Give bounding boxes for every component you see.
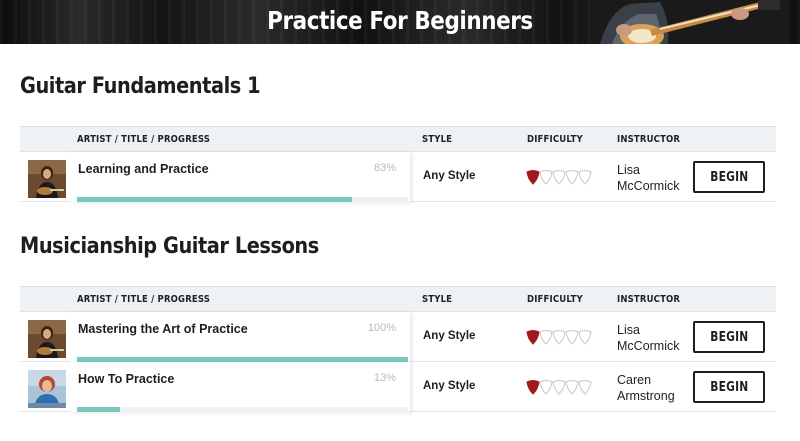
guitar-pick-empty-icon [552, 330, 566, 345]
lesson-title-cell[interactable]: How To Practice 13% [70, 362, 410, 412]
section-title: Guitar Fundamentals 1 [20, 74, 261, 99]
progress-fill [77, 197, 352, 202]
section-title: Musicianship Guitar Lessons [20, 234, 319, 259]
guitar-pick-filled-icon [526, 380, 540, 395]
progress-percent: 13% [373, 372, 396, 384]
lesson-row[interactable]: How To Practice 13% Any Style Caren Arms… [20, 362, 776, 412]
lesson-row[interactable]: Mastering the Art of Practice 100% Any S… [20, 312, 776, 362]
progress-percent: 83% [373, 162, 396, 174]
difficulty-rating [525, 169, 595, 185]
guitar-pick-empty-icon [552, 380, 566, 395]
table-header: ARTIST / TITLE / PROGRESS STYLE DIFFICUL… [20, 126, 776, 152]
column-header-style: STYLE [422, 294, 453, 305]
column-header-artist-title-progress: ARTIST / TITLE / PROGRESS [77, 134, 211, 145]
begin-button[interactable]: BEGIN [693, 371, 765, 403]
guitar-pick-empty-icon [578, 380, 592, 395]
column-header-artist-title-progress: ARTIST / TITLE / PROGRESS [77, 294, 211, 305]
table-header: ARTIST / TITLE / PROGRESS STYLE DIFFICUL… [20, 286, 776, 312]
lesson-title-cell[interactable]: Learning and Practice 83% [70, 152, 410, 202]
column-header-difficulty: DIFFICULTY [527, 134, 583, 145]
difficulty-rating [525, 379, 595, 395]
guitar-pick-empty-icon [578, 170, 592, 185]
instructor-avatar [28, 320, 66, 358]
begin-button[interactable]: BEGIN [693, 321, 765, 353]
guitar-pick-empty-icon [578, 330, 592, 345]
guitar-pick-empty-icon [539, 380, 553, 395]
lesson-style: Any Style [423, 330, 476, 342]
guitar-pick-empty-icon [565, 330, 579, 345]
lesson-title[interactable]: How To Practice [78, 372, 174, 386]
guitar-pick-empty-icon [539, 170, 553, 185]
difficulty-rating [525, 329, 595, 345]
lesson-row[interactable]: Learning and Practice 83% Any Style Lisa… [20, 152, 776, 202]
progress-track [77, 407, 408, 412]
lesson-title-cell[interactable]: Mastering the Art of Practice 100% [70, 312, 410, 362]
lesson-style: Any Style [423, 380, 476, 392]
guitar-pick-empty-icon [565, 170, 579, 185]
guitar-pick-empty-icon [565, 380, 579, 395]
instructor-avatar [28, 370, 66, 408]
guitarist-photo [590, 0, 790, 44]
progress-fill [77, 407, 121, 412]
lesson-title[interactable]: Learning and Practice [78, 162, 209, 176]
begin-button-label: BEGIN [709, 329, 749, 345]
page-banner: Practice For Beginners [0, 0, 800, 44]
progress-track [77, 197, 408, 202]
guitar-pick-filled-icon [526, 330, 540, 345]
begin-button-label: BEGIN [709, 169, 749, 185]
progress-percent: 100% [367, 322, 396, 334]
column-header-difficulty: DIFFICULTY [527, 294, 583, 305]
column-header-instructor: INSTRUCTOR [617, 134, 681, 145]
begin-button[interactable]: BEGIN [693, 161, 765, 193]
instructor-avatar [28, 160, 66, 198]
guitar-pick-empty-icon [552, 170, 566, 185]
begin-button-label: BEGIN [709, 379, 749, 395]
guitar-pick-filled-icon [526, 170, 540, 185]
lesson-style: Any Style [423, 170, 476, 182]
lesson-title[interactable]: Mastering the Art of Practice [78, 322, 248, 336]
column-header-instructor: INSTRUCTOR [617, 294, 681, 305]
column-header-style: STYLE [422, 134, 453, 145]
guitar-pick-empty-icon [539, 330, 553, 345]
